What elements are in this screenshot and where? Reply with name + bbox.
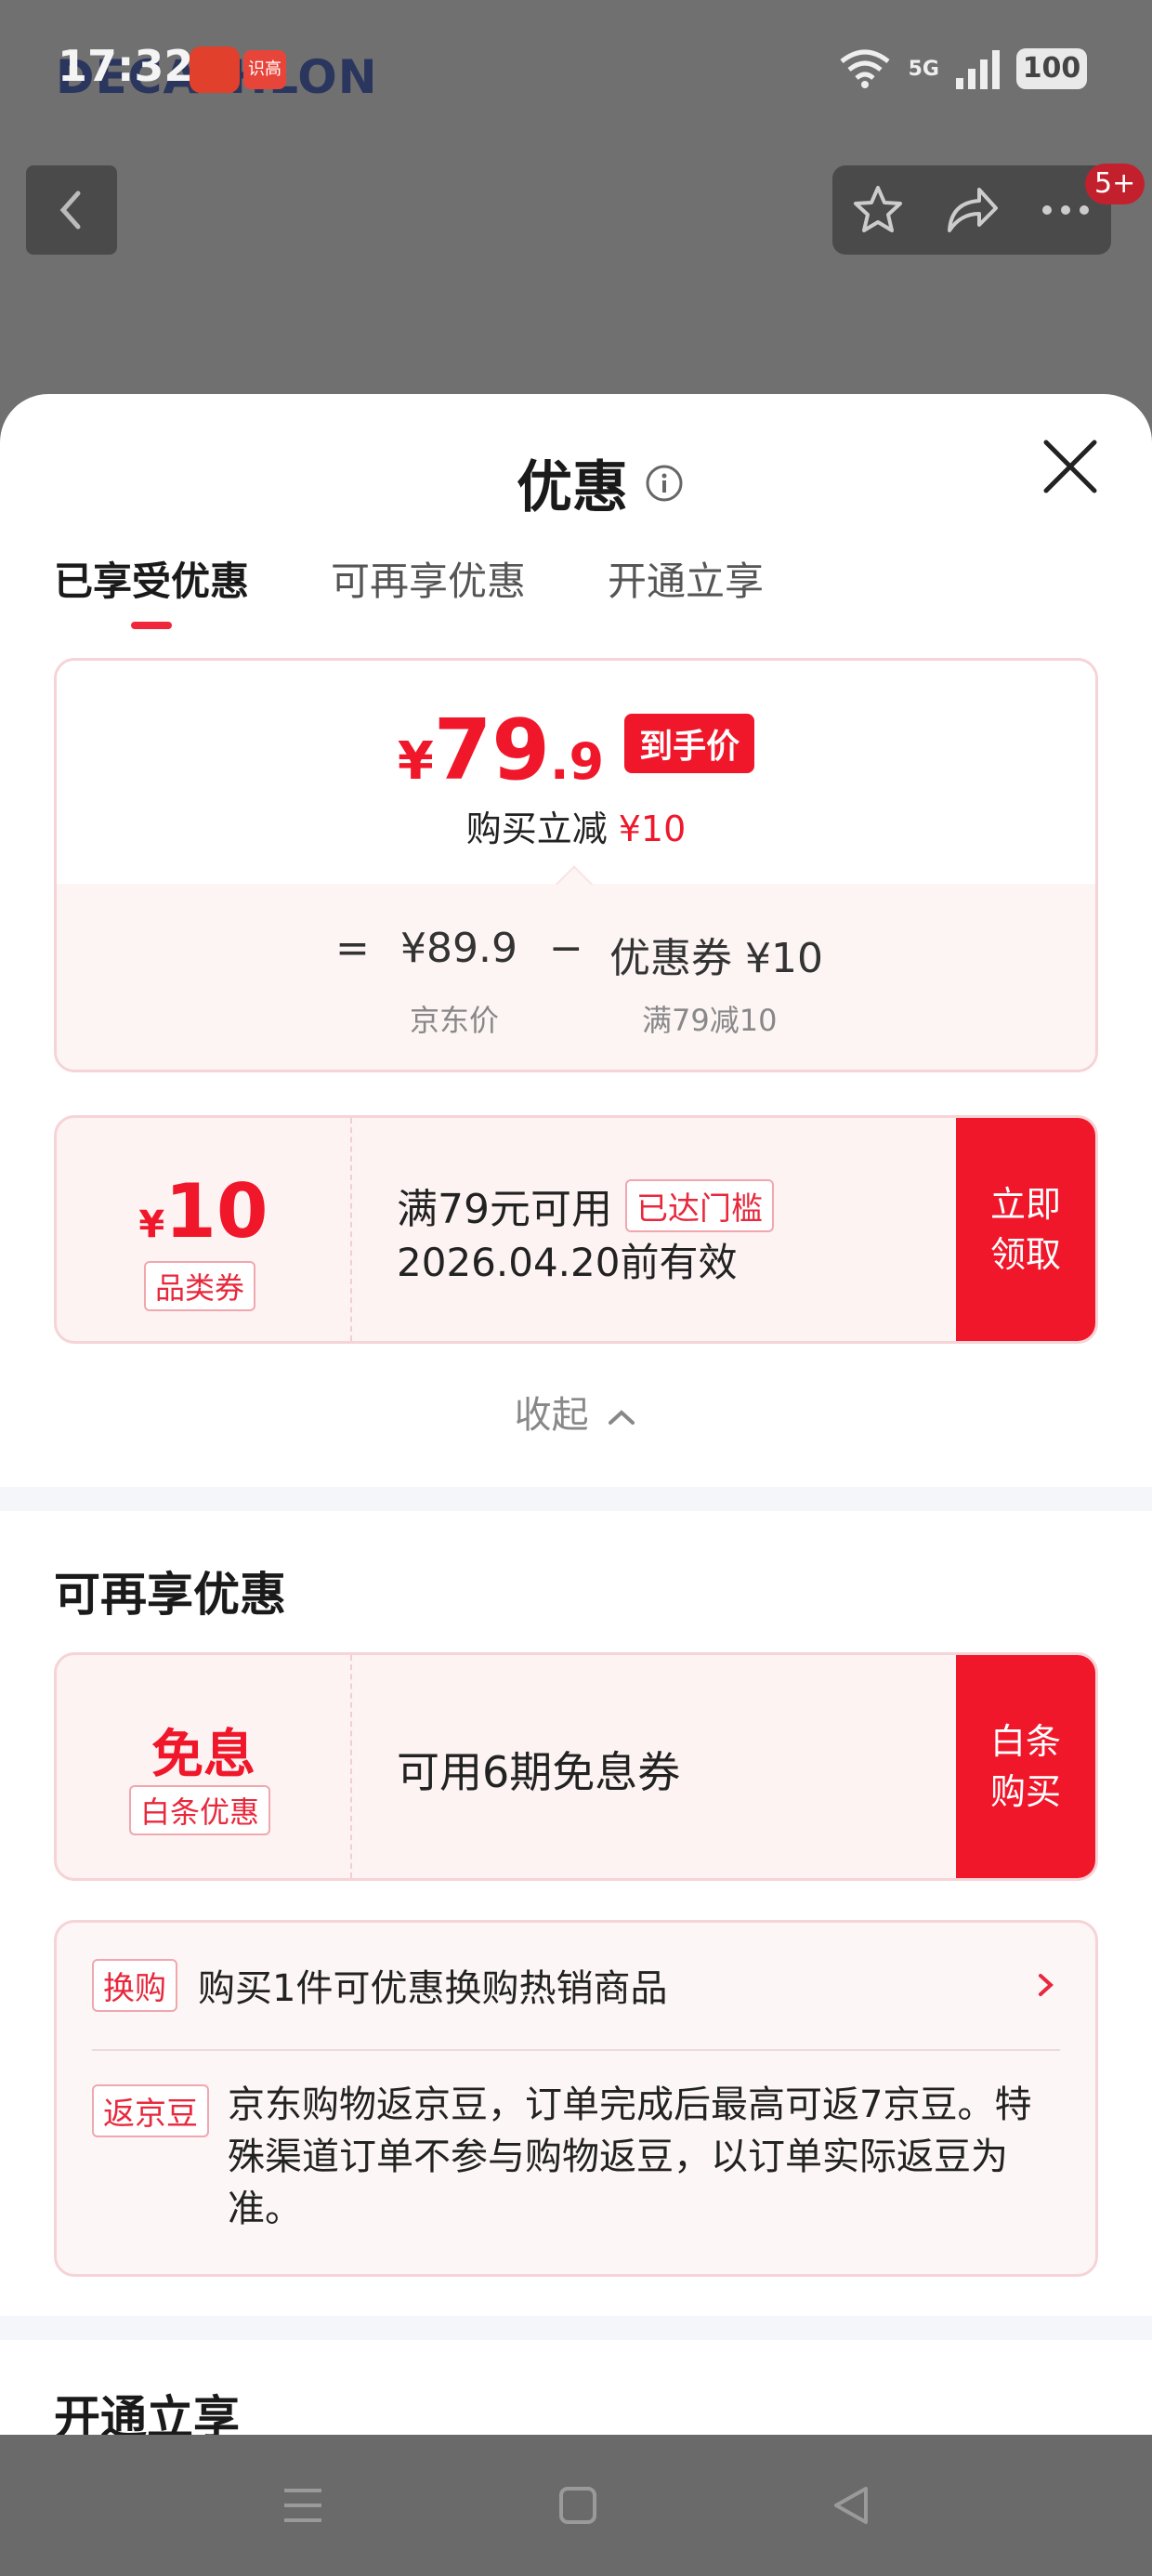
claim-button-line1: 立即: [989, 1184, 1061, 1225]
back-triangle-icon[interactable]: [831, 2485, 871, 2526]
price-breakdown: [57, 884, 1095, 1070]
reduction-line: 购买立减 ¥10: [57, 800, 1095, 851]
perk-divider: [92, 2049, 1060, 2051]
chevron-left-icon: [59, 191, 81, 230]
coupon-deduction: 优惠券 ¥10: [609, 935, 823, 982]
coupon-validity: 2026.04.20前有效: [397, 1240, 738, 1285]
jingdou-text: 京东购物返京豆，订单完成后最高可返7京豆。特殊渠道订单不参与购物返豆，以订单实际…: [228, 2083, 1032, 2230]
coupon-condition: 满79元可用: [397, 1186, 612, 1233]
system-nav-bar: [0, 2435, 1152, 2576]
back-button[interactable]: [26, 165, 117, 255]
more-offers-title: 可再享优惠: [54, 1568, 286, 1622]
collapse-label: 收起: [514, 1394, 589, 1437]
notification-badge: 5+: [1085, 164, 1145, 204]
baitiao-button-line2: 购买: [989, 1771, 1061, 1812]
coupon-caption: 满79减10: [642, 1003, 778, 1038]
minus-sign: −: [549, 925, 583, 972]
jingdou-tag: 返京豆: [92, 2084, 209, 2137]
app-badge-icon: 识高: [243, 50, 286, 89]
base-price: ¥89.9: [400, 925, 517, 972]
coupon-condition-row: 满79元可用 已达门槛: [397, 1176, 774, 1235]
interest-free-word: 免息: [151, 1725, 255, 1785]
price-decimal: .9: [550, 732, 605, 791]
star-icon[interactable]: [850, 182, 906, 238]
final-price: ¥ 79 .9 到手价: [57, 709, 1095, 793]
share-icon[interactable]: [942, 182, 1001, 238]
baitiao-tag: 白条优惠: [129, 1785, 271, 1835]
close-icon[interactable]: [1037, 433, 1104, 500]
coupon-amount: 10: [164, 1168, 268, 1255]
price-top: ¥ 79 .9 到手价 购买立减 ¥10: [57, 661, 1095, 884]
sheet-header: 优惠: [517, 442, 684, 523]
tab-join[interactable]: 开通立享: [608, 550, 764, 629]
screen: DECATHLON 17:32 识高 5G 100: [0, 0, 1152, 2576]
more-icon[interactable]: [1038, 201, 1093, 219]
battery-icon: 100: [1016, 48, 1087, 89]
tab-enjoyed[interactable]: 已享受优惠: [54, 550, 249, 629]
status-time: 17:32: [58, 41, 194, 91]
trade-in-text: 购买1件可优惠换购热销商品: [198, 1967, 668, 2010]
interest-free-text: 可用6期免息券: [397, 1747, 681, 1797]
currency-symbol: ¥: [397, 731, 434, 792]
interest-free-details: 可用6期免息券: [356, 1655, 956, 1878]
coupon-value: ¥10: [57, 1168, 350, 1255]
header-actions: [832, 165, 1111, 255]
signal-icon: [956, 48, 1000, 89]
status-bar: 17:32 识高 5G 100: [0, 0, 1152, 139]
coupon-type-tag: 品类券: [144, 1261, 256, 1311]
trade-in-row[interactable]: 换购 购买1件可优惠换购热销商品: [92, 1958, 1060, 2012]
sheet-title: 优惠: [517, 455, 628, 520]
interest-free-block: 免息 白条优惠: [57, 1655, 352, 1878]
perks-card: 换购 购买1件可优惠换购热销商品 返京豆 京东购物返京豆，订单完成后最高可返7京…: [54, 1920, 1098, 2277]
claim-coupon-button[interactable]: 立即 领取: [956, 1118, 1095, 1341]
status-indicators: 5G 100: [838, 43, 1087, 95]
chevron-right-icon: [1039, 1974, 1054, 1996]
network-type: 5G: [908, 57, 939, 81]
category-coupon: ¥10 品类券 满79元可用 已达门槛 2026.04.20前有效 立即领取: [54, 1115, 1098, 1344]
collapse-toggle[interactable]: 收起: [0, 1385, 1152, 1439]
wifi-icon: [840, 49, 890, 88]
product-page-backdrop[interactable]: DECATHLON 17:32 识高 5G 100: [0, 0, 1152, 446]
home-icon[interactable]: [557, 2485, 598, 2526]
base-price-caption: 京东价: [410, 1003, 500, 1038]
coupon-currency: ¥: [138, 1203, 165, 1246]
baitiao-buy-button[interactable]: 白条 购买: [956, 1655, 1095, 1878]
interest-free-offer: 免息 白条优惠 可用6期免息券 白条购买: [54, 1652, 1098, 1881]
coupon-details: 满79元可用 已达门槛 2026.04.20前有效: [356, 1118, 956, 1341]
price-integer: 79: [433, 702, 551, 799]
info-icon[interactable]: [645, 464, 684, 503]
join-section-title: 开通立享: [54, 2391, 240, 2435]
tab-more-offers[interactable]: 可再享优惠: [331, 550, 526, 629]
menu-icon[interactable]: [281, 2485, 325, 2526]
baitiao-button-line1: 白条: [989, 1721, 1061, 1762]
tab-bar: 已享受优惠 可再享优惠 开通立享: [54, 550, 764, 629]
section-divider: [0, 1487, 1152, 1511]
discount-sheet: 优惠 已享受优惠 可再享优惠 开通立享 ¥ 79 .9 到手价 购买立减 ¥10…: [0, 394, 1152, 2435]
threshold-reached-tag: 已达门槛: [625, 1178, 774, 1232]
trade-in-tag: 换购: [92, 1958, 177, 2012]
final-price-tag: 到手价: [624, 714, 755, 773]
equals-sign: =: [335, 925, 370, 972]
reduction-amount: ¥10: [618, 808, 687, 849]
reduction-label: 购买立减: [465, 808, 608, 849]
price-summary-card: ¥ 79 .9 到手价 购买立减 ¥10 = ¥89.9 − 优惠券 ¥10 京东…: [54, 658, 1098, 1072]
app-notification-icon: [190, 46, 240, 93]
section-divider-2: [0, 2316, 1152, 2340]
chevron-up-icon: [609, 1410, 635, 1425]
coupon-value-block: ¥10 品类券: [57, 1118, 352, 1341]
claim-button-line2: 领取: [989, 1234, 1061, 1275]
